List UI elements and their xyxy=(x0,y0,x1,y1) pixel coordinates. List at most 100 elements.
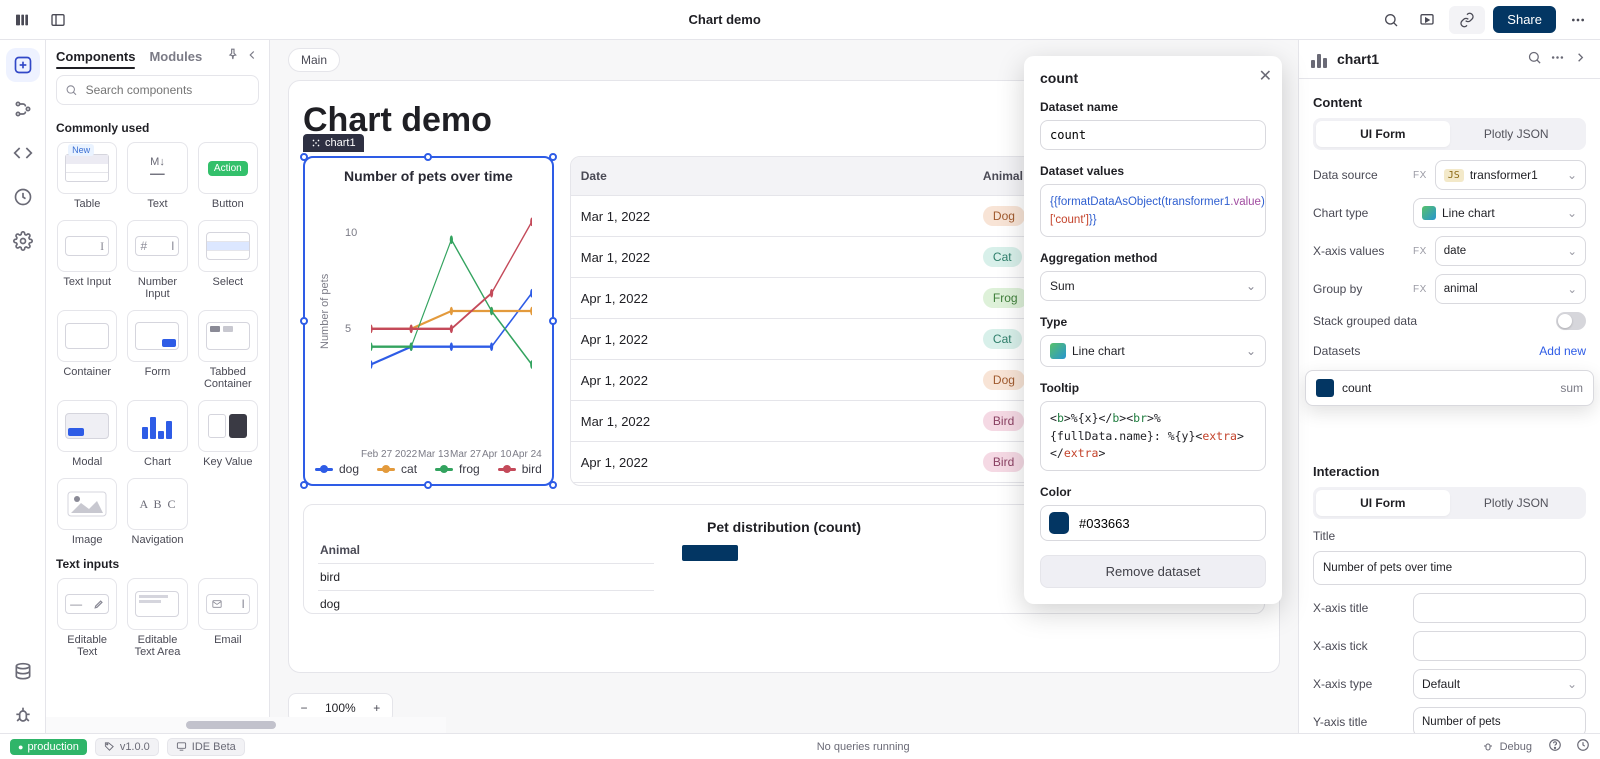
fx-icon[interactable]: FX xyxy=(1413,246,1427,257)
interaction-segmented: UI Form Plotly JSON xyxy=(1313,487,1586,519)
comp-modal[interactable]: Modal xyxy=(56,399,118,469)
inspector-search-icon[interactable] xyxy=(1527,50,1542,68)
comp-navigation[interactable]: A B C Navigation xyxy=(126,477,188,547)
seg-ui-form[interactable]: UI Form xyxy=(1316,121,1450,147)
breadcrumb[interactable]: Main xyxy=(288,48,340,72)
commonly-used-header: Commonly used xyxy=(56,121,259,135)
add-dataset-button[interactable]: Add new xyxy=(1539,344,1586,358)
inspector-title[interactable]: chart1 xyxy=(1337,51,1379,67)
chart1-title: Number of pets over time xyxy=(315,168,542,184)
collapse-panel-icon[interactable] xyxy=(245,48,259,65)
comp-text-input[interactable]: I Text Input xyxy=(56,219,118,301)
fx-icon[interactable]: FX xyxy=(1413,170,1427,181)
color-swatch[interactable] xyxy=(1049,512,1069,534)
chart-type-pill[interactable]: Line chart ⌄ xyxy=(1413,198,1586,228)
x-axis-values-select[interactable]: date ⌄ xyxy=(1435,236,1586,266)
data-source-select[interactable]: JS transformer1 ⌄ xyxy=(1435,160,1586,190)
modal-close-icon[interactable]: ✕ xyxy=(1259,66,1272,86)
horizontal-scrollbar[interactable] xyxy=(46,717,446,733)
chevron-down-icon: ⌄ xyxy=(1246,344,1256,358)
stack-toggle[interactable] xyxy=(1556,312,1586,330)
seg-ui-form-2[interactable]: UI Form xyxy=(1316,490,1450,516)
chart-selection-tag[interactable]: chart1 xyxy=(303,134,364,152)
inspector-more-icon[interactable] xyxy=(1550,50,1565,68)
inspector-panel: chart1 Content UI Form Plotly JSON Data … xyxy=(1298,40,1600,733)
chart-type-select[interactable]: Line chart ⌄ xyxy=(1040,335,1266,367)
fx-icon[interactable]: FX xyxy=(1413,284,1427,295)
more-icon[interactable] xyxy=(1564,6,1592,34)
remove-dataset-button[interactable]: Remove dataset xyxy=(1040,555,1266,588)
activity-icon[interactable] xyxy=(1576,738,1590,755)
comp-key-value[interactable]: Key Value xyxy=(197,399,259,469)
dataset-name-input[interactable] xyxy=(1040,120,1266,150)
logo-icon[interactable] xyxy=(8,6,36,34)
help-icon[interactable] xyxy=(1548,738,1562,755)
comp-email[interactable]: I Email xyxy=(197,577,259,659)
chart1-legend: dog cat frog bird xyxy=(315,462,542,476)
rail-add-icon[interactable] xyxy=(6,48,40,82)
comp-select[interactable]: Select xyxy=(197,219,259,301)
comp-container[interactable]: Container xyxy=(56,309,118,391)
comp-editable-text-area[interactable]: Editable Text Area xyxy=(126,577,188,659)
comp-tabbed-container[interactable]: Tabbed Container xyxy=(197,309,259,391)
comp-button[interactable]: Action Button xyxy=(197,141,259,211)
comp-number-input[interactable]: # I Number Input xyxy=(126,219,188,301)
chart1-plot xyxy=(371,204,532,418)
rail-bug-icon[interactable] xyxy=(6,699,40,733)
modal-title: count xyxy=(1040,70,1266,86)
color-hex-input[interactable] xyxy=(1077,515,1257,532)
tab-components[interactable]: Components xyxy=(56,49,135,64)
rail-settings-icon[interactable] xyxy=(6,224,40,258)
env-chip[interactable]: production xyxy=(10,739,87,755)
rail-history-icon[interactable] xyxy=(6,180,40,214)
monitor-icon xyxy=(176,741,187,752)
comp-form[interactable]: Form xyxy=(126,309,188,391)
seg-plotly-json-2[interactable]: Plotly JSON xyxy=(1450,490,1584,516)
x-axis-type-select[interactable]: Default⌄ xyxy=(1413,669,1586,699)
left-rail xyxy=(0,40,46,733)
title-input[interactable]: Number of pets over time xyxy=(1313,551,1586,585)
x-axis-tick-input[interactable] xyxy=(1413,631,1586,661)
rail-tree-icon[interactable] xyxy=(6,92,40,126)
ide-chip[interactable]: IDE Beta xyxy=(167,738,245,756)
aggregation-select[interactable]: Sum⌄ xyxy=(1040,271,1266,301)
chart-icon xyxy=(1311,50,1329,68)
search-icon[interactable] xyxy=(1377,6,1405,34)
x-axis-title-input[interactable] xyxy=(1413,593,1586,623)
panel-toggle-icon[interactable] xyxy=(44,6,72,34)
comp-image[interactable]: Image xyxy=(56,477,118,547)
tab-modules[interactable]: Modules xyxy=(149,49,202,64)
chart1-component[interactable]: Number of pets over time Number of pets … xyxy=(303,156,554,486)
list-item[interactable]: dog xyxy=(318,590,654,617)
chevron-down-icon: ⌄ xyxy=(1567,677,1577,691)
list-item[interactable]: bird xyxy=(318,563,654,590)
col-date[interactable]: Date xyxy=(571,157,973,196)
comp-table[interactable]: New Table xyxy=(56,141,118,211)
line-chart-icon xyxy=(1422,206,1436,220)
y-axis-title-input[interactable]: Number of pets xyxy=(1413,707,1586,733)
debug-button[interactable]: Debug xyxy=(1482,741,1532,753)
bug-icon xyxy=(1482,741,1494,753)
color-input[interactable] xyxy=(1040,505,1266,541)
group-by-select[interactable]: animal ⌄ xyxy=(1435,274,1586,304)
comp-text[interactable]: M↓━━━ Text xyxy=(126,141,188,211)
link-icon[interactable] xyxy=(1449,6,1485,34)
rail-code-icon[interactable] xyxy=(6,136,40,170)
dataset-card-count[interactable]: count sum xyxy=(1305,370,1594,406)
seg-plotly-json[interactable]: Plotly JSON xyxy=(1450,121,1584,147)
comp-chart[interactable]: Chart xyxy=(126,399,188,469)
dataset-values-input[interactable]: {{formatDataAsObject(transformer1.value)… xyxy=(1040,184,1266,237)
dataset-color-swatch xyxy=(1316,379,1334,397)
content-segmented: UI Form Plotly JSON xyxy=(1313,118,1586,150)
play-icon[interactable] xyxy=(1413,6,1441,34)
top-bar: Chart demo Share xyxy=(0,0,1600,40)
rail-db-icon[interactable] xyxy=(6,655,40,689)
pin-icon[interactable] xyxy=(227,48,241,65)
share-button[interactable]: Share xyxy=(1493,6,1556,33)
component-search[interactable] xyxy=(56,75,259,105)
expand-panel-icon[interactable] xyxy=(1573,50,1588,68)
version-chip[interactable]: v1.0.0 xyxy=(95,738,159,756)
comp-editable-text[interactable]: — Editable Text xyxy=(56,577,118,659)
tooltip-input[interactable]: <b>%{x}</b><br>% {fullData.name}: %{y}<e… xyxy=(1040,401,1266,471)
component-search-input[interactable] xyxy=(84,82,250,98)
